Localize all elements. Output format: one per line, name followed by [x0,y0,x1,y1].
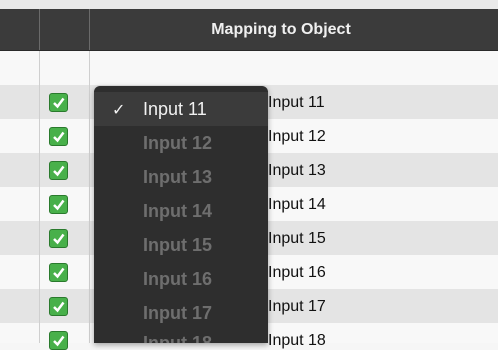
top-strip [0,0,498,9]
header-separator [89,9,90,50]
mapping-value: Input 13 [268,162,326,179]
mapping-value: Input 15 [268,230,326,247]
check-icon [53,267,65,279]
dropdown-option[interactable]: ✓ Input 11 [94,92,268,126]
header-separator [39,9,40,50]
dropdown-option[interactable]: Input 13 [94,160,268,194]
check-icon [53,97,65,109]
check-icon [53,301,65,313]
mapping-value: Input 18 [268,332,326,349]
check-icon [53,165,65,177]
column-divider [39,51,40,343]
mapping-value: Input 12 [268,128,326,145]
mapping-value: Input 11 [268,94,325,111]
enable-checkbox[interactable] [49,195,68,214]
check-icon [53,131,65,143]
check-icon [53,233,65,245]
check-icon [53,199,65,211]
enable-checkbox[interactable] [49,127,68,146]
table-row-empty [0,51,498,85]
dropdown-option[interactable]: Input 17 [94,296,268,330]
enable-checkbox[interactable] [49,263,68,282]
dropdown-option[interactable]: Input 14 [94,194,268,228]
column-title-mapping: Mapping to Object [211,21,351,38]
enable-checkbox[interactable] [49,331,68,350]
enable-checkbox[interactable] [49,229,68,248]
checkmark-icon: ✓ [112,102,126,119]
dropdown-option[interactable]: Input 18 [94,326,268,343]
enable-checkbox[interactable] [49,297,68,316]
enable-checkbox[interactable] [49,161,68,180]
mapping-value: Input 16 [268,264,326,281]
dropdown-option[interactable]: Input 12 [94,126,268,160]
input-dropdown-menu[interactable]: ✓ Input 11 Input 12 Input 13 Input 14 In… [94,86,268,343]
dropdown-option[interactable]: Input 15 [94,228,268,262]
column-divider [89,51,90,343]
check-icon [53,335,65,347]
mapping-value: Input 14 [268,196,326,213]
enable-checkbox[interactable] [49,93,68,112]
table-header: Mapping to Object [0,9,498,51]
dropdown-option[interactable]: Input 16 [94,262,268,296]
mapping-value: Input 17 [268,298,326,315]
